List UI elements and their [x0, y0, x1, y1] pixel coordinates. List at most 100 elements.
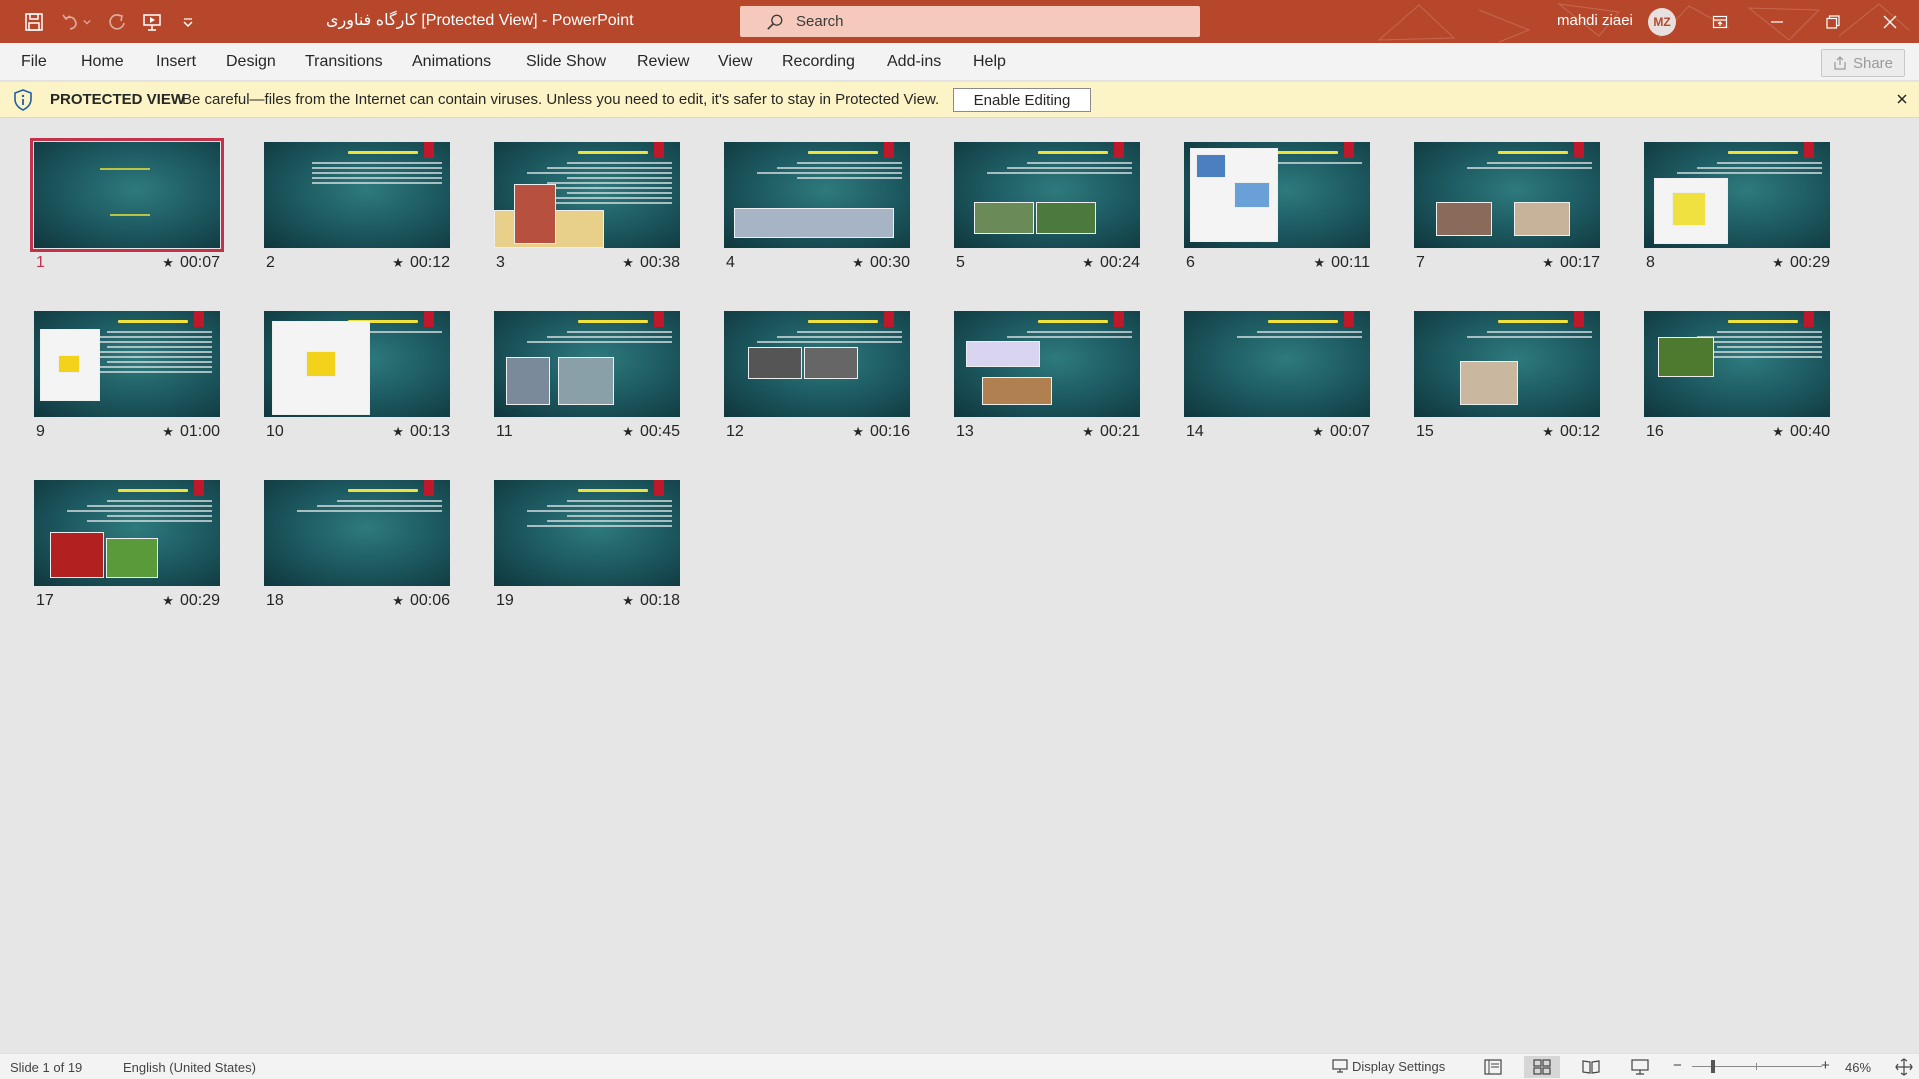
transition-star-icon[interactable]: ★ — [1542, 255, 1554, 270]
slide-thumbnail[interactable]: 9 ★ 01:00 — [34, 311, 220, 451]
transition-star-icon[interactable]: ★ — [162, 593, 174, 608]
transition-star-icon[interactable]: ★ — [1542, 424, 1554, 439]
slide-thumbnail[interactable]: 12 ★ 00:16 — [724, 311, 910, 451]
slide-preview[interactable] — [264, 311, 450, 417]
customize-toolbar-icon[interactable] — [174, 8, 202, 36]
zoom-in-button[interactable]: + — [1821, 1057, 1830, 1074]
display-settings-button[interactable]: Display Settings — [1332, 1058, 1445, 1074]
slide-preview[interactable] — [1184, 311, 1370, 417]
slide-thumbnail[interactable]: 6 ★ 00:11 — [1184, 142, 1370, 282]
slide-red-tab — [884, 142, 894, 158]
restore-icon[interactable] — [1805, 0, 1861, 43]
tab-view[interactable]: View — [718, 53, 752, 71]
slide-preview[interactable] — [30, 138, 224, 252]
slide-thumbnail[interactable]: 5 ★ 00:24 — [954, 142, 1140, 282]
transition-star-icon[interactable]: ★ — [1772, 255, 1784, 270]
slide-preview[interactable] — [494, 311, 680, 417]
slide-thumbnail[interactable]: 17 ★ 00:29 — [34, 480, 220, 620]
tab-slide-show[interactable]: Slide Show — [526, 53, 606, 71]
enable-editing-button[interactable]: Enable Editing — [953, 88, 1091, 112]
slide-preview[interactable] — [954, 311, 1140, 417]
transition-star-icon[interactable]: ★ — [1312, 424, 1324, 439]
present-from-start-icon[interactable] — [138, 8, 166, 36]
slide-thumbnail[interactable]: 2 ★ 00:12 — [264, 142, 450, 282]
slide-preview[interactable] — [1184, 142, 1370, 248]
transition-star-icon[interactable]: ★ — [622, 255, 634, 270]
tab-transitions[interactable]: Transitions — [305, 53, 383, 71]
transition-star-icon[interactable]: ★ — [1082, 255, 1094, 270]
slide-sorter-view-icon[interactable] — [1524, 1056, 1560, 1078]
transition-star-icon[interactable]: ★ — [1082, 424, 1094, 439]
transition-star-icon[interactable]: ★ — [1772, 424, 1784, 439]
slide-thumbnail[interactable]: 15 ★ 00:12 — [1414, 311, 1600, 451]
close-message-bar-icon[interactable] — [1894, 91, 1910, 107]
tab-add-ins[interactable]: Add-ins — [887, 53, 941, 71]
tab-review[interactable]: Review — [637, 53, 689, 71]
transition-star-icon[interactable]: ★ — [392, 424, 404, 439]
tab-recording[interactable]: Recording — [782, 53, 855, 71]
transition-star-icon[interactable]: ★ — [392, 255, 404, 270]
avatar[interactable]: MZ — [1648, 8, 1676, 36]
slide-thumbnail[interactable]: 11 ★ 00:45 — [494, 311, 680, 451]
slide-thumbnail[interactable]: 7 ★ 00:17 — [1414, 142, 1600, 282]
transition-star-icon[interactable]: ★ — [162, 255, 174, 270]
slide-title-text — [808, 320, 878, 323]
redo-icon[interactable] — [103, 8, 131, 36]
transition-star-icon[interactable]: ★ — [392, 593, 404, 608]
slide-preview[interactable] — [724, 311, 910, 417]
save-icon[interactable] — [20, 8, 48, 36]
zoom-slider-handle[interactable] — [1711, 1060, 1715, 1073]
ribbon-display-options-icon[interactable] — [1692, 0, 1748, 43]
slide-preview[interactable] — [264, 142, 450, 248]
zoom-out-button[interactable]: − — [1673, 1057, 1682, 1074]
tab-help[interactable]: Help — [973, 53, 1006, 71]
close-icon[interactable] — [1862, 0, 1918, 43]
zoom-level[interactable]: 46% — [1845, 1060, 1871, 1075]
normal-view-icon[interactable] — [1475, 1056, 1511, 1078]
transition-star-icon[interactable]: ★ — [1313, 255, 1325, 270]
undo-dropdown-icon[interactable] — [80, 8, 94, 36]
slide-preview[interactable] — [34, 311, 220, 417]
transition-star-icon[interactable]: ★ — [622, 424, 634, 439]
transition-star-icon[interactable]: ★ — [622, 593, 634, 608]
slide-preview[interactable] — [1644, 311, 1830, 417]
slide-thumbnail[interactable]: 10 ★ 00:13 — [264, 311, 450, 451]
slide-thumbnail[interactable]: 16 ★ 00:40 — [1644, 311, 1830, 451]
slide-preview[interactable] — [1414, 142, 1600, 248]
search-input[interactable]: Search — [740, 6, 1200, 37]
transition-star-icon[interactable]: ★ — [162, 424, 174, 439]
slide-timing: ★ 00:38 — [622, 254, 680, 272]
slide-thumbnail[interactable]: 4 ★ 00:30 — [724, 142, 910, 282]
slide-thumbnail[interactable]: 14 ★ 00:07 — [1184, 311, 1370, 451]
fit-to-window-icon[interactable] — [1895, 1058, 1913, 1076]
user-name[interactable]: mahdi ziaei — [1557, 12, 1633, 29]
tab-file[interactable]: File — [21, 53, 47, 71]
slide-thumbnail[interactable]: 3 ★ 00:38 — [494, 142, 680, 282]
tab-insert[interactable]: Insert — [156, 53, 196, 71]
slide-number: 6 — [1186, 254, 1195, 271]
slide-number: 19 — [496, 592, 514, 609]
slide-preview[interactable] — [1644, 142, 1830, 248]
tab-animations[interactable]: Animations — [412, 53, 491, 71]
slide-thumbnail[interactable]: 18 ★ 00:06 — [264, 480, 450, 620]
slide-preview[interactable] — [494, 480, 680, 586]
slide-preview[interactable] — [264, 480, 450, 586]
reading-view-icon[interactable] — [1573, 1056, 1609, 1078]
transition-star-icon[interactable]: ★ — [852, 255, 864, 270]
slide-thumbnail[interactable]: 19 ★ 00:18 — [494, 480, 680, 620]
slide-preview[interactable] — [494, 142, 680, 248]
tab-home[interactable]: Home — [81, 53, 124, 71]
slide-thumbnail[interactable]: 1 ★ 00:07 — [30, 138, 224, 282]
tab-design[interactable]: Design — [226, 53, 276, 71]
slide-preview[interactable] — [1414, 311, 1600, 417]
slide-thumbnail[interactable]: 8 ★ 00:29 — [1644, 142, 1830, 282]
slide-preview[interactable] — [34, 480, 220, 586]
transition-star-icon[interactable]: ★ — [852, 424, 864, 439]
slide-show-view-icon[interactable] — [1622, 1056, 1658, 1078]
slide-preview[interactable] — [954, 142, 1140, 248]
minimize-icon[interactable] — [1749, 0, 1805, 43]
share-button[interactable]: Share — [1821, 49, 1905, 77]
language-indicator[interactable]: English (United States) — [123, 1060, 256, 1075]
slide-thumbnail[interactable]: 13 ★ 00:21 — [954, 311, 1140, 451]
slide-preview[interactable] — [724, 142, 910, 248]
